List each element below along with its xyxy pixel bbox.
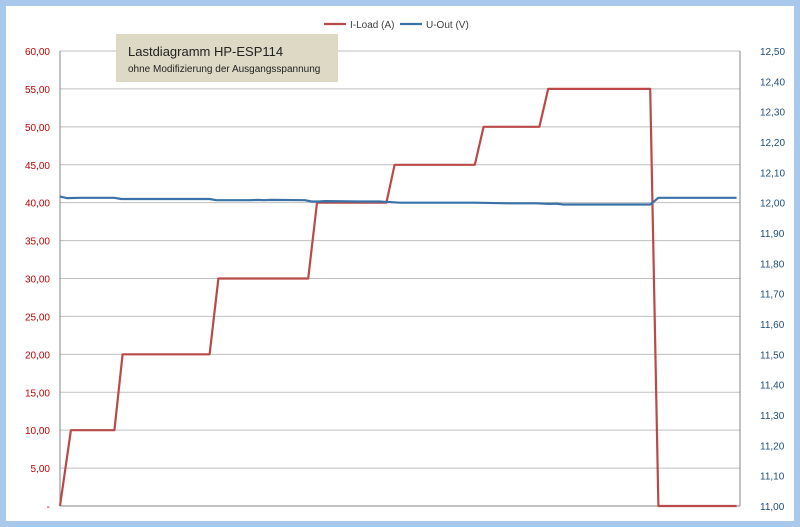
y-right-tick-label: 12,50 <box>760 47 785 58</box>
y-right-tick-label: 11,70 <box>760 290 785 301</box>
y-right-tick-label: 11,60 <box>760 320 785 331</box>
y-left-tick-label: 45,00 <box>25 161 50 172</box>
y-right-tick-label: 11,30 <box>760 411 785 422</box>
y-left-tick-label: 15,00 <box>25 388 50 399</box>
y-right-tick-label: 11,20 <box>760 441 785 452</box>
chart-subtitle: ohne Modifizierung der Ausgangsspannung <box>128 64 321 75</box>
y-left-tick-label: 5,00 <box>31 464 51 475</box>
chart-title-box: Lastdiagramm HP-ESP114 ohne Modifizierun… <box>116 34 338 82</box>
y-right-tick-label: 11,50 <box>760 350 785 361</box>
y-right-tick-label: 11,10 <box>760 472 785 483</box>
y-left-tick-label: 55,00 <box>25 85 50 96</box>
line-chart: - 5,00 10,00 15,00 20,00 25,00 30,00 35,00 40,00… <box>25 20 785 513</box>
y-left-tick-label: 25,00 <box>25 312 50 323</box>
chart-area: - 5,00 10,00 15,00 20,00 25,00 30,00 35,00 40,00… <box>6 6 794 521</box>
y-left-tick-label: 60,00 <box>25 47 50 58</box>
series-line-u-out <box>59 195 737 206</box>
y-left-tick-label: 10,00 <box>25 426 50 437</box>
y-right-tick-label: 11,90 <box>760 229 785 240</box>
y-left-tick-label: 35,00 <box>25 237 50 248</box>
y-left-tick-label: - <box>47 502 50 513</box>
y-left-tick-label: 30,00 <box>25 275 50 286</box>
y-right-tick-label: 11,00 <box>760 502 785 513</box>
y-right-tick-label: 12,30 <box>760 108 785 119</box>
y-left-tick-label: 40,00 <box>25 199 50 210</box>
legend-label: I-Load (A) <box>350 20 394 31</box>
y-right-tick-label: 11,40 <box>760 381 785 392</box>
y-right-tick-label: 12,00 <box>760 199 785 210</box>
chart-title: Lastdiagramm HP-ESP114 <box>128 44 284 59</box>
y-right-tick-label: 12,20 <box>760 138 785 149</box>
y-right-tick-label: 11,80 <box>760 259 785 270</box>
legend-label: U-Out (V) <box>426 20 469 31</box>
y-left-tick-label: 50,00 <box>25 123 50 134</box>
series-line-i-load <box>58 87 737 508</box>
y-left-tick-label: 20,00 <box>25 350 50 361</box>
y-right-tick-label: 12,10 <box>760 168 785 179</box>
chart-frame: - 5,00 10,00 15,00 20,00 25,00 30,00 35,00 40,00… <box>0 0 800 527</box>
y-right-tick-label: 12,40 <box>760 77 785 88</box>
